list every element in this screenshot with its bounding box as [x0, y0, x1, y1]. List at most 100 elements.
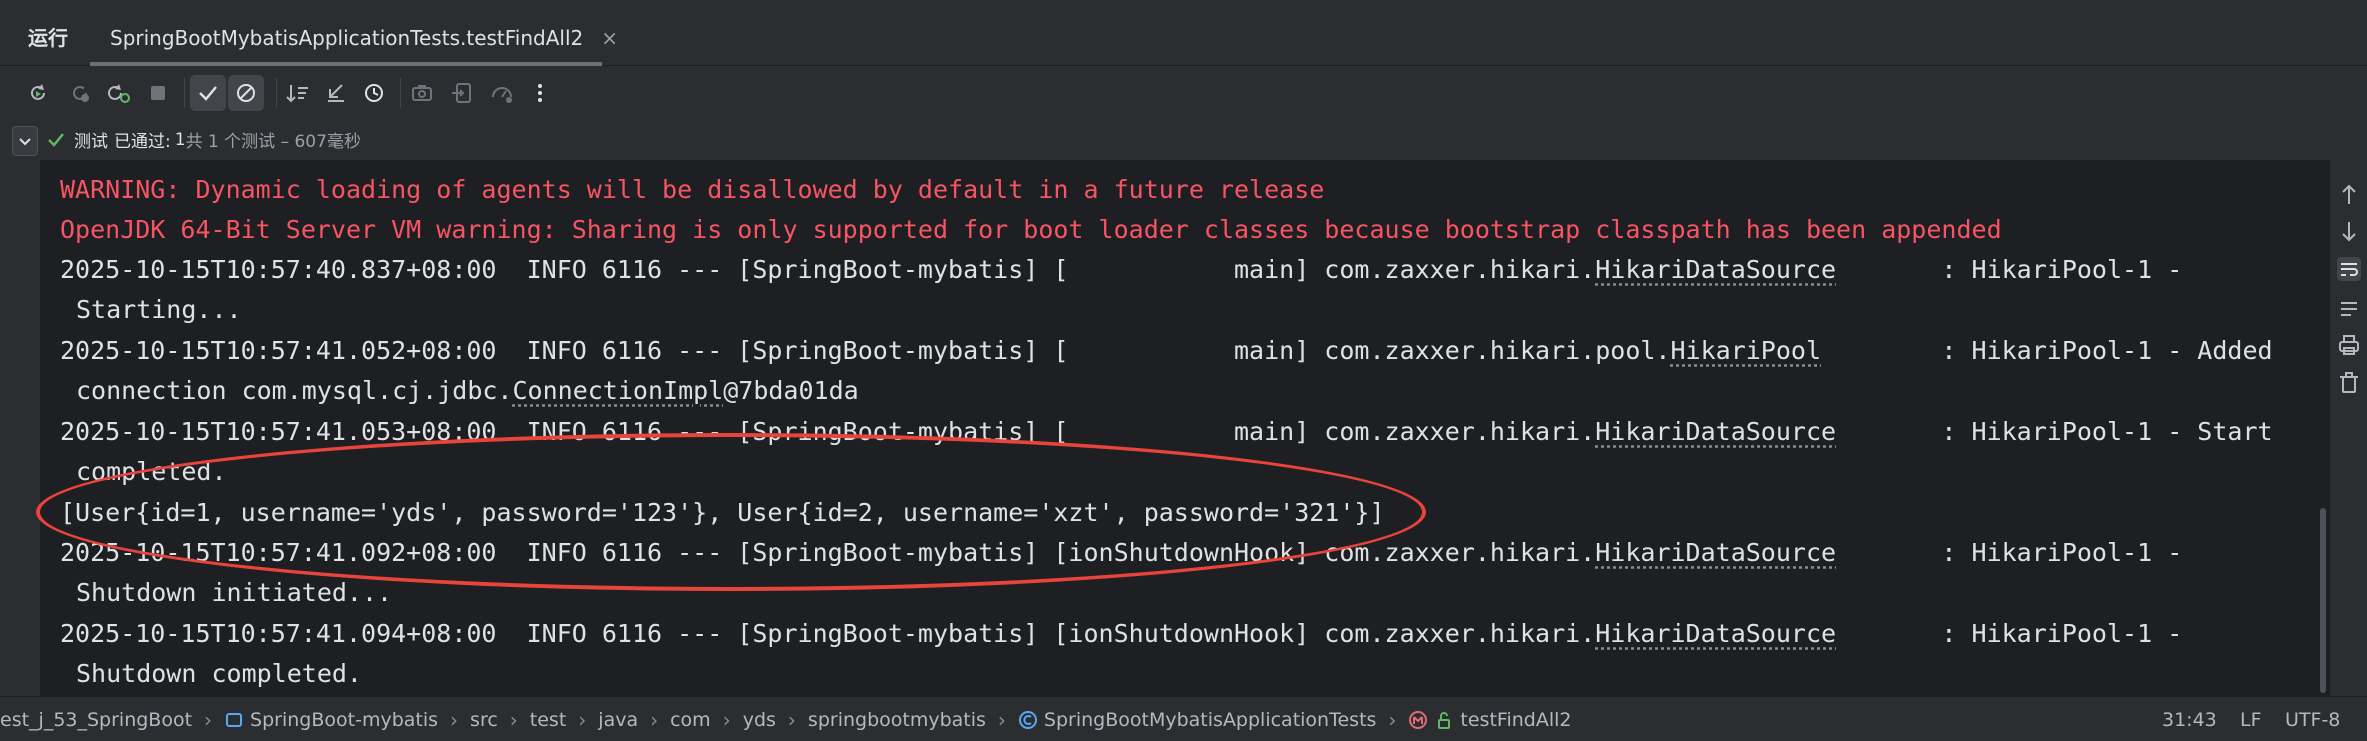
breadcrumb-package[interactable]: springbootmybatis — [808, 709, 986, 731]
class-link[interactable]: HikariDataSource — [1595, 255, 1836, 284]
collapse-icon — [328, 84, 344, 102]
rerun-failed-button[interactable] — [62, 75, 98, 111]
toolbar-separator — [276, 78, 277, 108]
import-icon — [452, 83, 471, 103]
query-result-line: [User{id=1, username='yds', password='12… — [60, 498, 1385, 527]
test-label: 测试 — [74, 132, 108, 152]
log-tail: : HikariPool-1 - — [1836, 255, 2183, 284]
scrollbar-thumb[interactable] — [2320, 508, 2326, 693]
sort-icon — [286, 85, 308, 103]
breadcrumb-separator: › — [722, 707, 731, 732]
toolbar-separator — [184, 78, 185, 108]
log-tail: : HikariPool-1 - — [1836, 619, 2183, 648]
run-tab-test[interactable]: SpringBootMybatisApplicationTests.testFi… — [90, 10, 618, 66]
soft-wrap-icon[interactable] — [2336, 256, 2362, 282]
checkmark-icon — [199, 86, 217, 101]
stop-button[interactable] — [140, 75, 176, 111]
log-prefix: 2025-10-15T10:57:41.094+08:00 INFO 6116 … — [60, 619, 1596, 648]
breadcrumb-project[interactable]: est_j_53_SpringBoot — [0, 709, 192, 731]
breadcrumb-separator: › — [997, 707, 1006, 732]
console-line: OpenJDK 64-Bit Server VM warning: Sharin… — [60, 215, 2002, 244]
test-detail: 共 1 个测试 – 607毫秒 — [185, 132, 361, 152]
console-line: Starting... — [76, 295, 242, 324]
more-options-button[interactable] — [522, 75, 558, 111]
collapse-all-button[interactable] — [318, 75, 354, 111]
module-icon — [226, 712, 243, 727]
breadcrumb-src[interactable]: src — [470, 709, 498, 731]
clock-icon — [365, 84, 383, 102]
rerun-failed-icon — [73, 85, 89, 102]
scroll-up-icon[interactable] — [2336, 182, 2362, 208]
console-output[interactable]: WARNING: Dynamic loading of agents will … — [40, 168, 2330, 694]
import-tests-button[interactable] — [444, 75, 480, 111]
log-text: @7bda01da — [723, 376, 859, 405]
rerun-icon — [31, 84, 45, 100]
console-line: 2025-10-15T10:57:41.052+08:00 INFO 6116 … — [60, 331, 2273, 371]
passed-label: 已通过: — [114, 132, 171, 152]
console-line: 2025-10-15T10:57:41.053+08:00 INFO 6116 … — [60, 412, 2273, 452]
class-link[interactable]: HikariDataSource — [1595, 619, 1836, 648]
log-tail: : HikariPool-1 - Added — [1821, 336, 2273, 365]
class-link[interactable]: HikariDataSource — [1595, 417, 1836, 446]
breadcrumb: est_j_53_SpringBoot › SpringBoot-mybatis… — [0, 697, 1571, 741]
toggle-auto-test-button[interactable] — [100, 75, 136, 111]
camera-icon — [412, 85, 432, 101]
cursor-position[interactable]: 31:43 — [2162, 697, 2217, 741]
scroll-to-end-icon[interactable] — [2336, 296, 2362, 322]
console-side-toolbar — [2330, 160, 2367, 696]
ignored-icon — [237, 84, 255, 102]
class-link[interactable]: ConnectionImpl — [513, 376, 724, 405]
close-tab-icon[interactable]: × — [601, 26, 618, 50]
breadcrumb-yds[interactable]: yds — [743, 709, 776, 731]
unlock-icon — [1438, 711, 1451, 729]
log-prefix: 2025-10-15T10:57:41.092+08:00 INFO 6116 … — [60, 538, 1596, 567]
toolbar-separator — [400, 78, 401, 108]
gauge-icon — [492, 87, 512, 103]
breadcrumb-com[interactable]: com — [670, 709, 711, 731]
stop-icon — [151, 86, 165, 100]
sort-alphabetically-button[interactable] — [280, 75, 316, 111]
file-encoding[interactable]: UTF-8 — [2285, 697, 2340, 741]
breadcrumb-separator: › — [1388, 707, 1397, 732]
breadcrumb-java[interactable]: java — [598, 709, 638, 731]
show-passed-button[interactable] — [190, 75, 226, 111]
test-summary[interactable]: 测试 已通过: 1 共 1 个测试 – 607毫秒 — [46, 127, 361, 152]
breadcrumb-module[interactable]: SpringBoot-mybatis — [250, 709, 438, 731]
test-class-icon — [1018, 710, 1037, 729]
breadcrumb-method[interactable]: testFindAll2 — [1460, 709, 1571, 731]
test-history-button[interactable] — [356, 75, 392, 111]
scroll-down-icon[interactable] — [2336, 218, 2362, 244]
print-icon[interactable] — [2336, 332, 2362, 358]
breadcrumb-separator: › — [787, 707, 796, 732]
collapse-tree-button[interactable] — [12, 126, 38, 156]
passed-count: 1 — [174, 129, 186, 150]
breadcrumb-test[interactable]: test — [530, 709, 567, 731]
class-link[interactable]: HikariPool — [1671, 336, 1822, 365]
console-line: WARNING: Dynamic loading of agents will … — [60, 175, 1325, 204]
show-ignored-button[interactable] — [228, 75, 264, 111]
console-line: Shutdown initiated... — [76, 578, 393, 607]
rerun-button[interactable] — [20, 75, 56, 111]
console-scrollbar[interactable] — [2312, 168, 2330, 694]
method-icon — [1409, 710, 1428, 729]
more-vertical-icon — [538, 84, 542, 102]
coverage-button[interactable] — [484, 75, 520, 111]
run-tool-window-header: 运行 SpringBootMybatisApplicationTests.tes… — [0, 0, 2367, 66]
run-tool-window-title: 运行 — [28, 26, 68, 50]
breadcrumb-class[interactable]: SpringBootMybatisApplicationTests — [1044, 709, 1377, 731]
log-prefix: 2025-10-15T10:57:41.053+08:00 INFO 6116 … — [60, 417, 1596, 446]
console-line: connection com.mysql.cj.jdbc.ConnectionI… — [76, 371, 859, 411]
trash-icon[interactable] — [2336, 370, 2362, 396]
class-link[interactable]: HikariDataSource — [1595, 538, 1836, 567]
screenshot-button[interactable] — [404, 75, 440, 111]
line-ending[interactable]: LF — [2240, 697, 2262, 741]
console-line: 2025-10-15T10:57:40.837+08:00 INFO 6116 … — [60, 250, 2182, 290]
chevron-down-icon — [19, 138, 31, 146]
breadcrumb-separator: › — [578, 707, 587, 732]
console-line: 2025-10-15T10:57:41.094+08:00 INFO 6116 … — [60, 614, 2182, 654]
run-tab-title: SpringBootMybatisApplicationTests.testFi… — [110, 26, 584, 50]
log-tail: : HikariPool-1 - — [1836, 538, 2183, 567]
console-line: 2025-10-15T10:57:41.092+08:00 INFO 6116 … — [60, 533, 2182, 573]
log-tail: : HikariPool-1 - Start — [1836, 417, 2273, 446]
run-toolbar — [0, 66, 2367, 120]
